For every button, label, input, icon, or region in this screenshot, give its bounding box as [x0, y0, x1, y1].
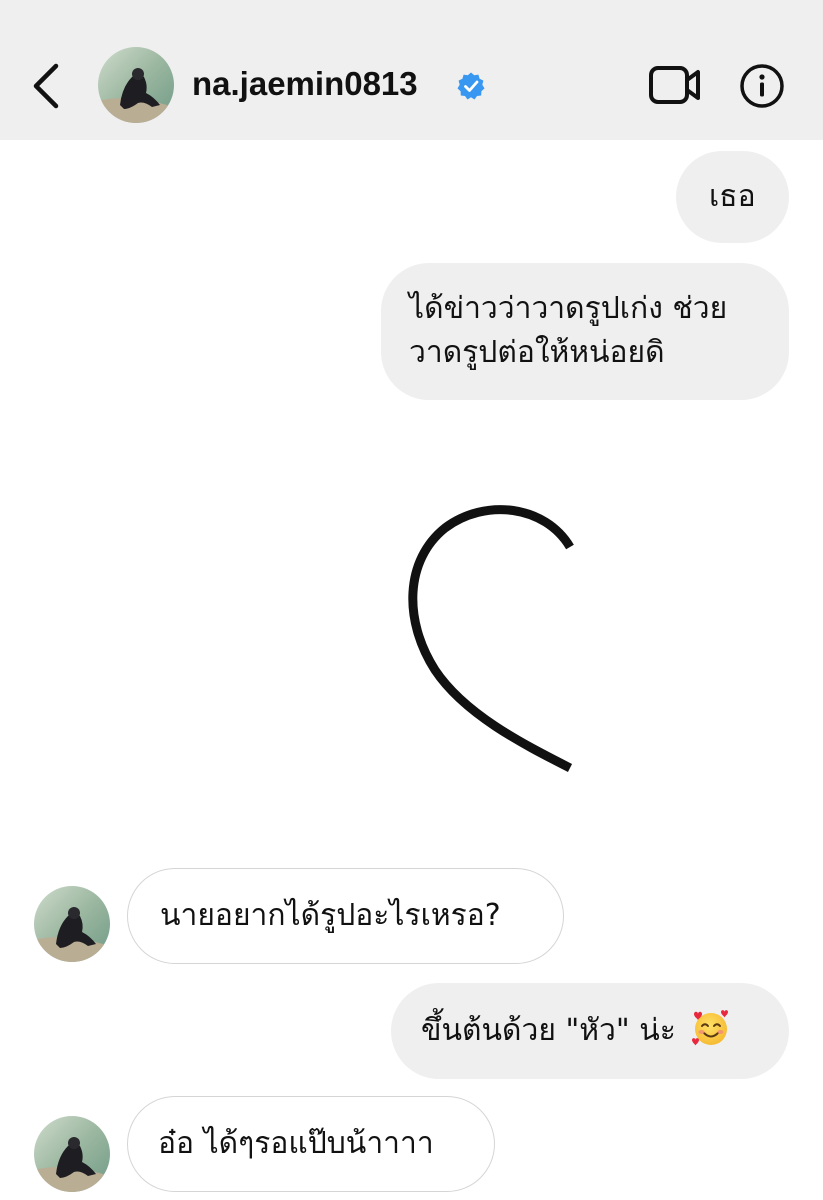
info-icon [740, 64, 784, 108]
received-message[interactable]: อ๋อ ได้ๆรอแป๊บน้าาาา [127, 1096, 495, 1192]
profile-avatar[interactable] [98, 47, 174, 123]
chat-username[interactable]: na.jaemin0813 [192, 62, 418, 106]
back-button[interactable] [26, 58, 70, 114]
received-message[interactable]: นายอยากได้รูปอะไรเหรอ? [127, 868, 564, 964]
message-text: นายอยากได้รูปอะไรเหรอ? [160, 898, 501, 933]
chat-header: na.jaemin0813 [0, 0, 823, 140]
message-text: อ๋อ ได้ๆรอแป๊บน้าาาา [158, 1126, 434, 1161]
video-camera-icon [649, 66, 700, 104]
chevron-left-icon [33, 63, 59, 109]
sent-drawing-image[interactable] [405, 500, 575, 775]
half-heart-drawing-icon [408, 505, 574, 773]
smiling-face-with-hearts-icon [692, 1010, 729, 1046]
message-text-line: ได้ข่าวว่าวาดรูปเก่ง ช่วย [409, 291, 728, 326]
avatar-photo [34, 1116, 110, 1192]
sent-message[interactable]: เธอ [676, 151, 789, 243]
avatar-photo [98, 47, 174, 123]
avatar-photo [34, 886, 110, 962]
message-text: เธอ [709, 179, 756, 214]
message-text: ขึ้นต้นด้วย "หัว" น่ะ [421, 1013, 676, 1048]
info-button[interactable] [739, 63, 785, 109]
sender-avatar[interactable] [34, 1116, 110, 1192]
message-text-line: วาดรูปต่อให้หน่อยดิ [409, 335, 665, 370]
sent-message[interactable]: ได้ข่าวว่าวาดรูปเก่ง ช่วย วาดรูปต่อให้หน… [381, 263, 789, 400]
sender-avatar[interactable] [34, 886, 110, 962]
chat-screen: na.jaemin0813 เธอ ได้ข่าวว่าวาดรูปเก่ง ช… [0, 0, 823, 1200]
sent-message[interactable]: ขึ้นต้นด้วย "หัว" น่ะ [391, 983, 789, 1079]
video-call-button[interactable] [648, 63, 702, 107]
verified-badge-icon [457, 72, 485, 100]
